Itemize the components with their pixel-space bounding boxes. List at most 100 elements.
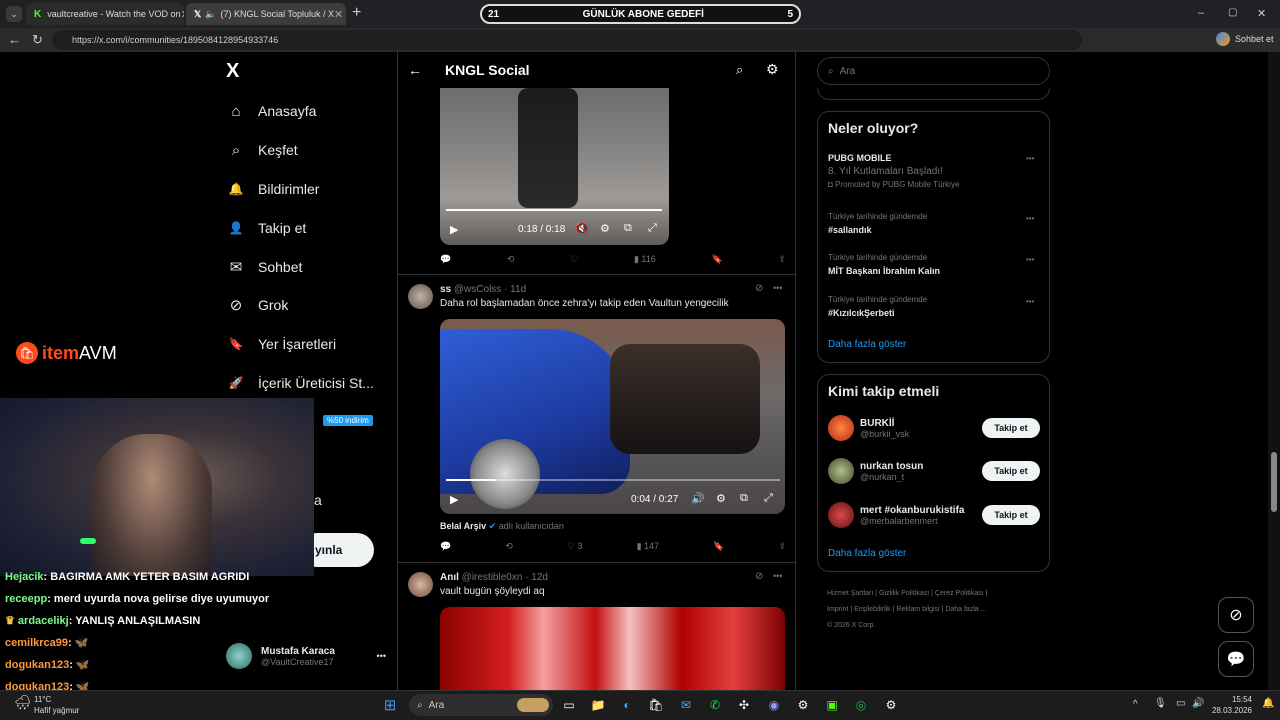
mute-icon[interactable]: 🔇 bbox=[575, 222, 589, 235]
grok-icon[interactable]: ⊘ bbox=[755, 571, 763, 582]
post-age[interactable]: · 11d bbox=[504, 284, 526, 295]
volume-icon[interactable]: 🔊 bbox=[1192, 698, 1204, 709]
play-icon[interactable]: ▶ bbox=[450, 493, 458, 506]
source-name[interactable]: Belal Arşiv bbox=[440, 521, 486, 531]
footer-link[interactable]: Çerez Politikası bbox=[935, 590, 984, 597]
search-input[interactable]: ⌕ Ara bbox=[817, 57, 1050, 85]
more-icon[interactable]: ••• bbox=[1026, 255, 1034, 264]
sidebar-item-follow[interactable]: 👤 Takip et bbox=[226, 215, 307, 241]
follow-button[interactable]: Takip et bbox=[982, 505, 1040, 525]
bookmark-icon[interactable]: 🔖 bbox=[711, 254, 722, 265]
footer-link[interactable]: Reklam bilgisi bbox=[896, 606, 939, 613]
chat-float-button[interactable]: 💬 bbox=[1218, 641, 1254, 677]
x-logo[interactable]: X bbox=[226, 60, 239, 83]
share-icon[interactable]: ⇪ bbox=[778, 254, 786, 265]
trend-item[interactable]: PUBG MOBILE 8. Yıl Kutlamaları Başladı! … bbox=[828, 153, 1040, 189]
more-icon[interactable]: ••• bbox=[1026, 154, 1034, 163]
close-icon[interactable]: ✕ bbox=[334, 8, 343, 21]
clock[interactable]: 15:54 28.03.2026 bbox=[1210, 694, 1252, 716]
scrollbar-thumb[interactable] bbox=[1271, 452, 1277, 512]
share-icon[interactable]: ⇪ bbox=[778, 541, 786, 552]
mail-app-icon[interactable]: ✉ bbox=[677, 696, 695, 714]
volume-icon[interactable]: 🔊 bbox=[691, 492, 705, 505]
grok-float-button[interactable]: ⊘ bbox=[1218, 597, 1254, 633]
edge-icon[interactable]: ◐ bbox=[618, 696, 636, 714]
fullscreen-icon[interactable]: ⤢ bbox=[648, 222, 657, 235]
spotify-icon[interactable]: ◎ bbox=[852, 696, 870, 714]
grok-icon[interactable]: ⊘ bbox=[755, 283, 763, 294]
discord-icon[interactable]: ◉ bbox=[765, 696, 783, 714]
sidebar-item-creator-studio[interactable]: 🚀 İçerik Üreticisi St... bbox=[226, 370, 374, 396]
post-age[interactable]: · 12d bbox=[525, 572, 548, 583]
bookmark-icon[interactable]: 🔖 bbox=[713, 541, 724, 552]
author-name[interactable]: ss bbox=[440, 284, 451, 295]
footer-link[interactable]: Daha fazla ... bbox=[945, 606, 986, 613]
tray-chevron-icon[interactable]: ^ bbox=[1133, 699, 1138, 710]
more-icon[interactable]: ••• bbox=[773, 283, 782, 293]
fullscreen-icon[interactable]: ⤢ bbox=[764, 492, 773, 505]
trend-item[interactable]: Türkiye tarihinde gündemde #sallandık bbox=[828, 212, 1028, 235]
scrollbar[interactable] bbox=[1268, 52, 1280, 690]
more-icon[interactable]: ••• bbox=[377, 651, 386, 661]
sidebar-partial-label[interactable]: a bbox=[314, 492, 322, 508]
back-icon[interactable]: ← bbox=[8, 32, 21, 47]
avatar[interactable] bbox=[408, 284, 433, 309]
speaker-icon[interactable]: 🔈 bbox=[205, 9, 216, 20]
follow-suggestion[interactable]: BURKİİ @burkii_vsk Takip et bbox=[828, 414, 1040, 442]
tab-kick[interactable]: K vaultcreative - Watch the VOD on ✕ bbox=[26, 3, 184, 25]
show-more-link[interactable]: Daha fazla göster bbox=[828, 548, 906, 559]
whatsapp-icon[interactable]: ✆ bbox=[706, 696, 724, 714]
pip-icon[interactable]: ⧉ bbox=[740, 492, 748, 505]
close-icon[interactable]: ✕ bbox=[180, 8, 184, 21]
footer-link[interactable]: Hizmet Şartları bbox=[827, 590, 873, 597]
follow-suggestion[interactable]: nurkan tosun @nurkan_t Takip et bbox=[828, 457, 1040, 485]
like-icon[interactable]: ♡ bbox=[570, 254, 578, 265]
settings-icon[interactable]: ⚙ bbox=[716, 492, 726, 505]
taskbar-search[interactable]: ⌕ Ara bbox=[409, 694, 553, 716]
tab-menu-button[interactable]: ⌄ bbox=[6, 6, 22, 22]
new-tab-button[interactable]: + bbox=[352, 4, 361, 22]
maximize-button[interactable]: ▢ bbox=[1228, 7, 1237, 18]
minimize-button[interactable]: – bbox=[1198, 7, 1204, 19]
more-icon[interactable]: ••• bbox=[1026, 214, 1034, 223]
account-switcher[interactable]: Mustafa Karaca @VaultCreative17 ••• bbox=[226, 640, 386, 672]
reply-icon[interactable]: 💬 bbox=[440, 541, 451, 552]
reload-icon[interactable]: ↻ bbox=[32, 32, 43, 48]
notification-icon[interactable]: 🔔 bbox=[1262, 698, 1274, 709]
video-progress[interactable] bbox=[446, 209, 662, 211]
address-bar[interactable]: https://x.com/i/communities/189508412895… bbox=[52, 30, 1082, 50]
tab-x[interactable]: 𝕏 🔈 (7) KNGL Social Topluluk / X ✕ bbox=[186, 3, 346, 25]
network-icon[interactable]: ▭ bbox=[1176, 698, 1185, 709]
retweet-icon[interactable]: ⟲ bbox=[505, 541, 513, 552]
app-icon[interactable]: ✣ bbox=[735, 696, 753, 714]
follow-button[interactable]: Takip et bbox=[982, 418, 1040, 438]
kick-app-icon[interactable]: ▣ bbox=[823, 696, 841, 714]
store-icon[interactable]: 🛍 bbox=[647, 696, 665, 714]
footer-link[interactable]: Erişilebilirlik bbox=[854, 606, 891, 613]
play-icon[interactable]: ▶ bbox=[450, 223, 458, 236]
premium-badge[interactable]: %50 indirim bbox=[323, 415, 373, 426]
follow-button[interactable]: Takip et bbox=[982, 461, 1040, 481]
video-player[interactable]: ▶ 0:18 / 0:18 🔇 ⚙ ⧉ ⤢ bbox=[440, 88, 669, 245]
sidebar-item-home[interactable]: ⌂ Anasayfa bbox=[226, 98, 316, 124]
settings-icon[interactable]: ⚙ bbox=[600, 222, 610, 235]
close-window-button[interactable]: ✕ bbox=[1257, 7, 1266, 20]
file-explorer-icon[interactable]: 📁 bbox=[589, 696, 607, 714]
follow-suggestion[interactable]: mert #okanburukistifa @merbalarbenmert T… bbox=[828, 501, 1040, 529]
like-icon[interactable]: ♡ 3 bbox=[567, 541, 583, 552]
video-player[interactable]: ▶ 0:04 / 0:27 🔊 ⚙ ⧉ ⤢ bbox=[440, 319, 785, 514]
sidebar-item-messages[interactable]: ✉ Sohbet bbox=[226, 254, 303, 280]
footer-link[interactable]: Imprint bbox=[827, 606, 848, 613]
settings-app-icon[interactable]: ⚙ bbox=[882, 696, 900, 714]
sidebar-item-notifications[interactable]: 🔔 Bildirimler bbox=[226, 176, 320, 202]
retweet-icon[interactable]: ⟲ bbox=[507, 254, 515, 265]
microphone-icon[interactable]: 🎙 bbox=[1154, 698, 1167, 709]
pip-icon[interactable]: ⧉ bbox=[624, 222, 632, 235]
weather-widget[interactable]: 11°C Hafif yağmur bbox=[34, 694, 79, 716]
steam-icon[interactable]: ⚙ bbox=[794, 696, 812, 714]
show-more-link[interactable]: Daha fazla göster bbox=[828, 339, 906, 350]
back-arrow-icon[interactable]: ← bbox=[408, 62, 422, 78]
reply-icon[interactable]: 💬 bbox=[440, 254, 451, 265]
views-icon[interactable]: ▮ 147 bbox=[637, 541, 659, 552]
author-name[interactable]: Anıl bbox=[440, 572, 459, 583]
